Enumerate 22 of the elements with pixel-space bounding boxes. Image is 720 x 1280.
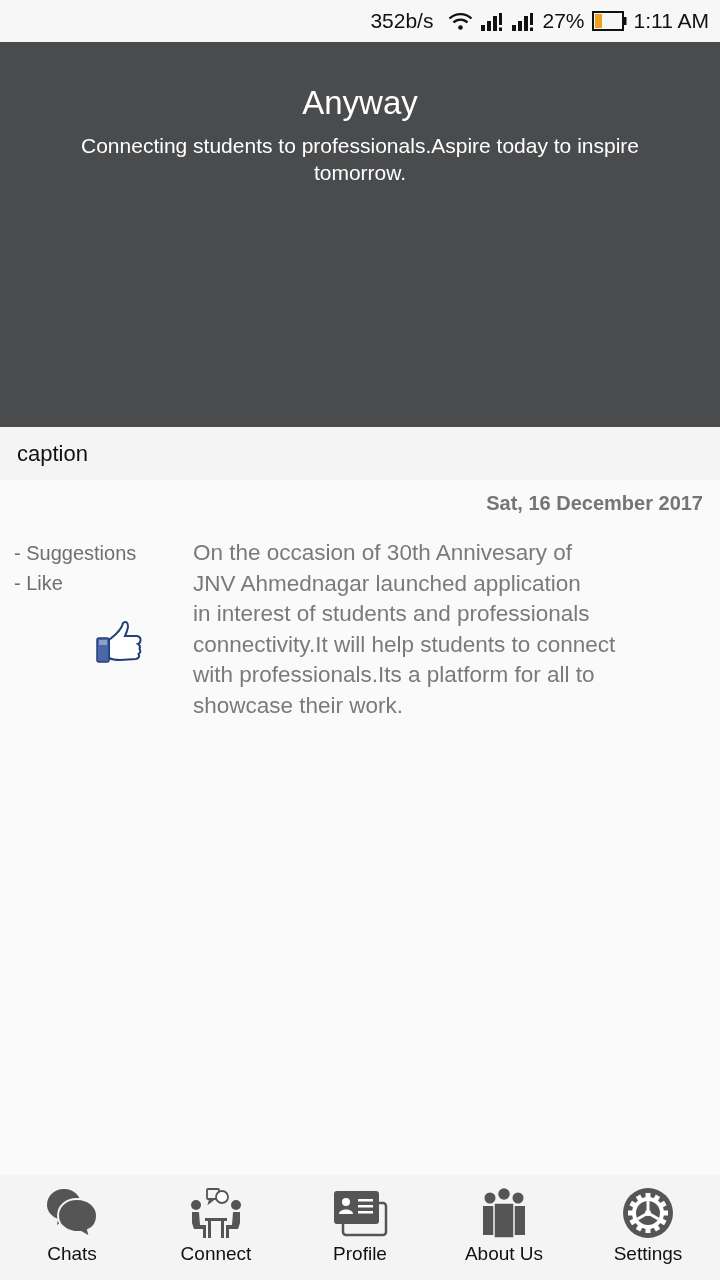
post-date: Sat, 16 December 2017: [486, 491, 703, 515]
settings-icon: [620, 1187, 676, 1239]
post-action-link[interactable]: - Suggestions: [14, 538, 137, 568]
nav-tab[interactable]: About Us: [432, 1175, 576, 1280]
nav-tab[interactable]: Profile: [288, 1175, 432, 1280]
thumbs-up-icon[interactable]: [95, 620, 143, 664]
status-time: 1:11 AM: [633, 9, 709, 33]
app-title: Anyway: [302, 83, 418, 123]
battery-percent: 27%: [542, 9, 585, 33]
caption-label: caption: [17, 440, 88, 467]
post-body: On the occasion of 30th Annivesary of JNV Ahmednagar launched application in interest of students and professionals connectivity.It will help students to connect with professionals.Its a platform for all to showcase their work.: [193, 539, 617, 720]
nav-tab[interactable]: Connect: [144, 1175, 288, 1280]
app-tagline: Connecting students to professionals.Aspire today to inspire tomorrow.: [80, 133, 640, 186]
signal-icon: [480, 11, 505, 31]
network-speed: 352b/s: [370, 9, 434, 33]
post-action-link[interactable]: - Like: [14, 568, 63, 598]
meeting-icon: [188, 1187, 244, 1239]
nav-tab[interactable]: Settings: [576, 1175, 720, 1280]
nav-tab[interactable]: Chats: [0, 1175, 144, 1280]
battery-icon: [591, 11, 627, 31]
signal-icon: [511, 11, 536, 31]
wifi-icon: [448, 12, 474, 30]
